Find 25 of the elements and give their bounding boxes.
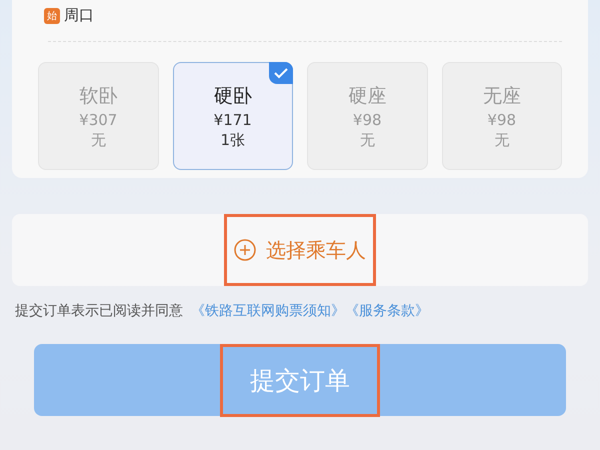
select-passenger-button[interactable]: 选择乘车人 — [224, 214, 376, 286]
seat-name: 硬座 — [348, 84, 386, 108]
agreement-text: 提交订单表示已阅读并同意 — [15, 302, 183, 320]
seat-name: 无座 — [482, 84, 521, 108]
seat-option[interactable]: 硬座 ¥98 无 — [307, 62, 428, 170]
seat-price: ¥98 — [352, 110, 382, 128]
seat-name: 软卧 — [79, 84, 118, 108]
seat-price: ¥171 — [214, 110, 252, 128]
origin-badge: 始 — [44, 8, 60, 24]
submit-order-button[interactable]: 提交订单 — [34, 344, 566, 416]
seat-availability: 无 — [360, 130, 375, 150]
agreement-link[interactable]: 《铁路互联网购票须知》 — [191, 302, 345, 320]
seat-price: ¥98 — [487, 110, 516, 128]
seat-availability: 无 — [494, 130, 510, 150]
check-icon — [269, 62, 293, 84]
seat-option[interactable]: 硬卧 ¥171 1张 — [172, 62, 293, 170]
seat-availability: 无 — [90, 130, 106, 150]
seat-option[interactable]: 无座 ¥98 无 — [442, 62, 562, 170]
seat-price: ¥307 — [79, 110, 118, 128]
station-name: 周口 — [64, 6, 94, 25]
add-icon — [234, 239, 256, 261]
seat-name: 硬卧 — [214, 84, 252, 108]
agreement-link[interactable]: 《服务条款》 — [345, 302, 429, 320]
seat-availability: 1张 — [220, 130, 246, 150]
seat-option[interactable]: 软卧 ¥307 无 — [38, 62, 158, 170]
